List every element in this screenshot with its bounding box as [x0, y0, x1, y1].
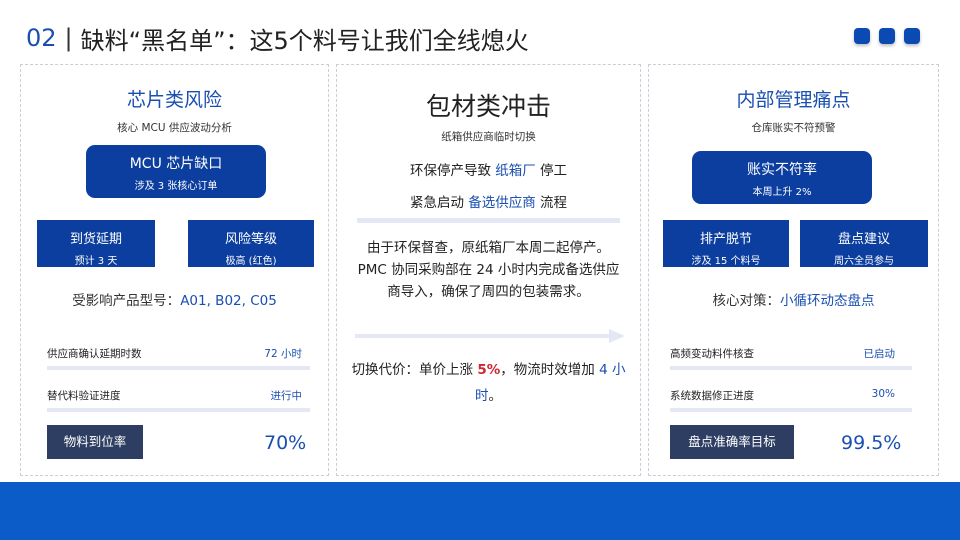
highlight-title: MCU 芯片缺口	[129, 156, 223, 172]
tile-detail: 极高 (红色)	[225, 256, 277, 267]
action-accent: 备选供应商	[468, 195, 536, 211]
card-subtitle: 仓库账实不符预警	[751, 122, 836, 134]
incident-paragraph: 由于环保督查，原纸箱厂本周二起停产。PMC 协同采购部在 24 小时内完成备选供…	[357, 240, 620, 300]
highlight-title: 账实不符率	[747, 162, 817, 178]
tile-detail: 周六全员参与	[834, 256, 894, 267]
row-value: 进行中	[270, 390, 303, 402]
internal-mgmt-card: 内部管理痛点 仓库账实不符预警 账实不符率 本周上升 2% 排产脱节 涉及 15…	[648, 64, 939, 476]
dot-icon	[854, 28, 870, 44]
cost-line: 切换代价：单价上涨 5%，物流时效增加 4 小时。	[351, 357, 626, 409]
action-line: 紧急启动 备选供应商 流程	[337, 191, 640, 211]
section-number: 02	[26, 24, 57, 52]
slide-title: 缺料“黑名单”：这5个料号让我们全线熄火	[80, 26, 529, 55]
tile-title: 排产脱节	[699, 232, 752, 247]
affected-models: 受影响产品型号：A01, B02, C05	[21, 289, 328, 309]
divider-bar	[47, 366, 310, 370]
stat-value: 70%	[264, 432, 307, 454]
row-value: 已启动	[863, 348, 896, 360]
action-prefix: 紧急启动	[409, 195, 469, 211]
packaging-impact-card: 包材类冲击 纸箱供应商临时切换 环保停产导致 纸箱厂 停工 紧急启动 备选供应商…	[336, 64, 641, 476]
row-label: 供应商确认延期时数	[47, 348, 142, 360]
divider-bar	[670, 366, 912, 370]
delay-tile: 到货延期 预计 3 天	[37, 220, 155, 267]
strategy-value: 小循环动态盘点	[780, 293, 875, 309]
tile-title: 盘点建议	[837, 232, 890, 247]
risk-level-tile: 风险等级 极高 (红色)	[188, 220, 314, 267]
cause-line: 环保停产导致 纸箱厂 停工	[337, 159, 640, 179]
stat-value: 99.5%	[841, 432, 902, 454]
dot-icon	[904, 28, 920, 44]
action-suffix: 流程	[535, 195, 568, 211]
row-label: 替代料验证进度	[47, 390, 121, 402]
card-title: 内部管理痛点	[736, 89, 851, 111]
mcu-gap-box: MCU 芯片缺口 涉及 3 张核心订单	[86, 145, 266, 198]
row-label: 系统数据修正进度	[670, 390, 754, 402]
schedule-gap-tile: 排产脱节 涉及 15 个料号	[663, 220, 789, 267]
slide-header: 02 | 缺料“黑名单”：这5个料号让我们全线熄火	[26, 18, 529, 58]
cause-accent: 纸箱厂	[495, 163, 536, 179]
card-title: 包材类冲击	[425, 92, 551, 121]
tile-detail: 预计 3 天	[74, 256, 118, 267]
row-label: 高频变动料件核查	[670, 348, 754, 360]
affected-value: A01, B02, C05	[180, 293, 277, 309]
core-strategy: 核心对策：小循环动态盘点	[649, 289, 938, 309]
row-value: 30%	[871, 388, 895, 400]
dot-icon	[879, 28, 895, 44]
decorative-dots	[854, 28, 920, 44]
cost-prefix: 切换代价：单价上涨	[351, 362, 478, 378]
strategy-label: 核心对策：	[712, 293, 781, 309]
stocktake-tile: 盘点建议 周六全员参与	[800, 220, 928, 267]
tile-title: 到货延期	[69, 232, 122, 247]
affected-label: 受影响产品型号：	[72, 293, 181, 309]
cause-suffix: 停工	[535, 163, 568, 179]
stat-label-box: 盘点准确率目标	[670, 425, 794, 459]
tile-detail: 涉及 15 个料号	[691, 256, 761, 267]
card-title: 芯片类风险	[126, 89, 222, 111]
divider-bar	[357, 218, 620, 223]
highlight-detail: 涉及 3 张核心订单	[134, 181, 218, 192]
cost-percent: 5%	[477, 362, 501, 378]
footer-band	[0, 482, 960, 540]
mismatch-rate-box: 账实不符率 本周上升 2%	[692, 151, 872, 204]
card-subtitle: 核心 MCU 供应波动分析	[117, 122, 232, 134]
divider-bar	[47, 408, 310, 412]
arrow-divider-icon	[355, 329, 625, 343]
divider-bar	[670, 408, 912, 412]
row-value: 72 小时	[264, 348, 302, 360]
highlight-detail: 本周上升 2%	[752, 187, 812, 198]
cost-end: 。	[488, 388, 503, 404]
title-separator: |	[64, 24, 73, 52]
card-subtitle: 纸箱供应商临时切换	[441, 131, 536, 143]
cost-middle: ，物流时效增加	[500, 362, 600, 378]
chip-risk-card: 芯片类风险 核心 MCU 供应波动分析 MCU 芯片缺口 涉及 3 张核心订单 …	[20, 64, 329, 476]
tile-title: 风险等级	[224, 232, 277, 247]
cause-prefix: 环保停产导致	[409, 163, 496, 179]
stat-label-box: 物料到位率	[47, 425, 143, 459]
